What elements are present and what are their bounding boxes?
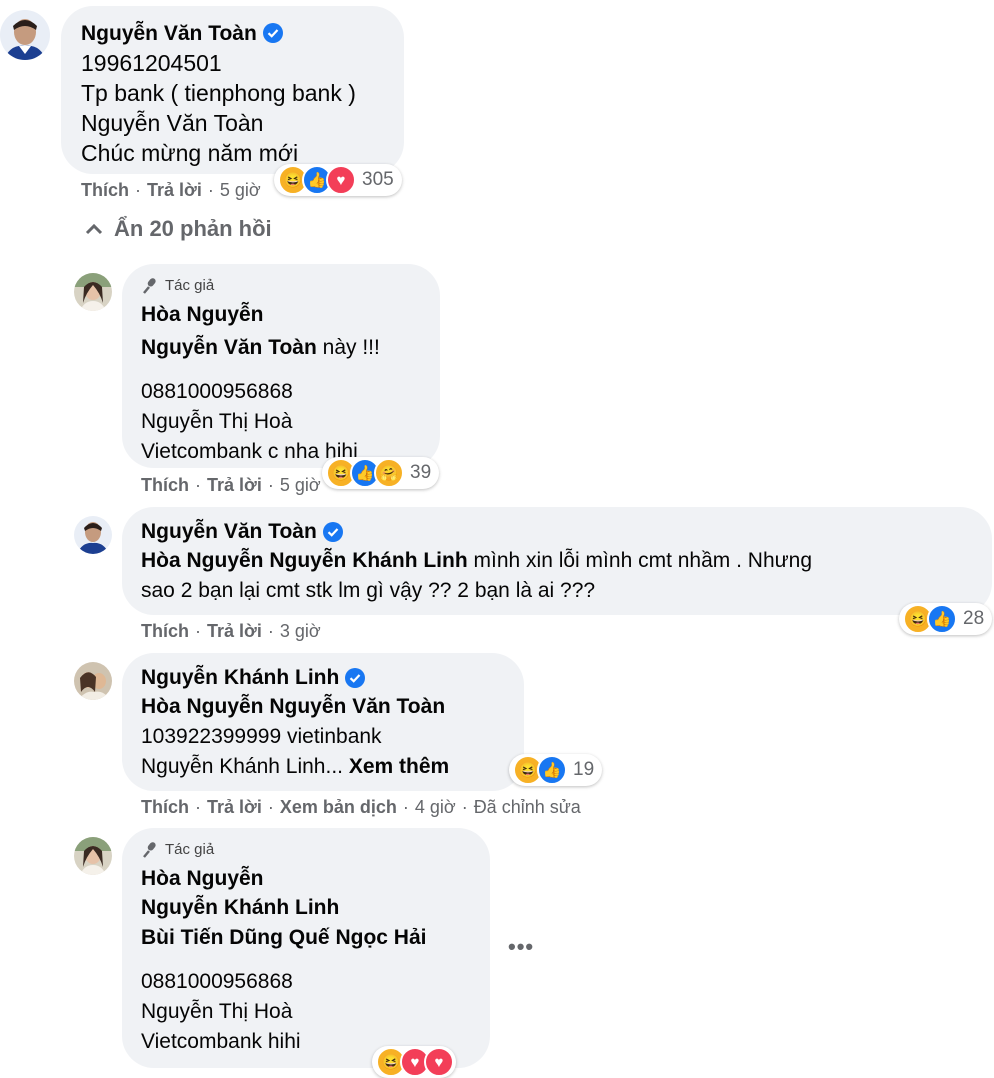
verified-badge-icon bbox=[262, 23, 283, 43]
verified-badge-icon bbox=[322, 522, 343, 542]
comment-author[interactable]: Nguyễn Văn Toàn bbox=[141, 518, 317, 546]
chevron-up-icon bbox=[85, 223, 103, 235]
comment-text-line: 19961204501 bbox=[81, 50, 222, 76]
avatar[interactable] bbox=[74, 662, 112, 700]
comment-text: Nguyễn Khánh Linh... bbox=[141, 755, 343, 778]
comment-bubble: Tác giả Hòa Nguyễn Nguyễn Văn Toàn này !… bbox=[122, 264, 440, 468]
reaction-summary[interactable]: 😆 👍 ♥ 305 bbox=[274, 164, 402, 196]
comment-author[interactable]: Hòa Nguyễn bbox=[141, 865, 490, 893]
comment-text-line: sao 2 bạn lại cmt stk lm gì vậy ?? 2 bạn… bbox=[141, 579, 596, 602]
comment-author[interactable]: Nguyễn Văn Toàn bbox=[81, 22, 257, 45]
like-link[interactable]: Thích bbox=[141, 797, 189, 817]
comment-actions: Thích · Trả lời · Xem bản dịch · 4 giờ · Đã chỉn… bbox=[141, 797, 581, 817]
hide-replies-button[interactable]: Ẩn 20 phản hồi bbox=[84, 216, 272, 242]
like-icon: 👍 bbox=[927, 604, 957, 634]
comment-bubble: Tác giả Hòa Nguyễn Nguyễn Khánh Linh Bùi… bbox=[122, 828, 490, 1068]
comment-actions: Thích · Trả lời · 5 giờ bbox=[81, 180, 261, 200]
avatar[interactable] bbox=[74, 273, 112, 311]
mention-link[interactable]: Bùi Tiến Dũng Quế Ngọc Hải bbox=[141, 923, 490, 953]
love-icon: ♥ bbox=[326, 165, 356, 195]
author-badge: Tác giả bbox=[141, 840, 490, 860]
reaction-summary[interactable]: 😆 👍 🤗 39 bbox=[322, 457, 440, 489]
comment-text-line: Nguyễn Thị Hoà bbox=[141, 1000, 293, 1023]
reply-link[interactable]: Trả lời bbox=[147, 180, 202, 200]
like-icon: 👍 bbox=[537, 755, 567, 785]
reaction-count: 39 bbox=[410, 462, 432, 483]
reaction-summary[interactable]: 😆 👍 19 bbox=[509, 754, 603, 786]
care-icon: 🤗 bbox=[374, 458, 404, 488]
see-more-link[interactable]: Xem thêm bbox=[349, 755, 449, 778]
comment-author[interactable]: Hòa Nguyễn bbox=[141, 301, 440, 329]
comment-bubble: Nguyễn Văn Toàn Hòa Nguyễn Nguyễn Khánh … bbox=[122, 507, 992, 615]
comment-text-line: Nguyễn Văn Toàn bbox=[81, 110, 264, 136]
comment-author[interactable]: Nguyễn Khánh Linh bbox=[141, 664, 339, 692]
like-link[interactable]: Thích bbox=[81, 180, 129, 200]
love-icon: ♥ bbox=[424, 1047, 454, 1077]
comment-text-line: 0881000956868 bbox=[141, 970, 293, 993]
mention-link[interactable]: Nguyễn Khánh Linh bbox=[141, 893, 490, 923]
avatar[interactable] bbox=[0, 10, 50, 60]
timestamp[interactable]: 4 giờ bbox=[415, 797, 456, 817]
microphone-icon bbox=[143, 278, 156, 294]
edited-label: Đã chỉnh sửa bbox=[473, 797, 581, 817]
mention-link[interactable]: Hòa Nguyễn Nguyễn Khánh Linh bbox=[141, 549, 468, 572]
comment-text: này !!! bbox=[322, 336, 380, 359]
comment-text-line: Nguyễn Thị Hoà bbox=[141, 410, 293, 433]
comment-actions: Thích · Trả lời · 5 giờ bbox=[141, 475, 321, 495]
reply-link[interactable]: Trả lời bbox=[207, 621, 262, 641]
reaction-count: 19 bbox=[573, 759, 595, 780]
microphone-icon bbox=[143, 842, 156, 858]
translate-link[interactable]: Xem bản dịch bbox=[280, 797, 397, 817]
like-link[interactable]: Thích bbox=[141, 621, 189, 641]
reaction-summary[interactable]: 😆 👍 28 bbox=[899, 603, 993, 635]
timestamp[interactable]: 5 giờ bbox=[280, 475, 321, 495]
more-options-icon[interactable]: ••• bbox=[508, 934, 534, 960]
reaction-count: 305 bbox=[362, 169, 394, 190]
verified-badge-icon bbox=[345, 668, 366, 688]
comment-text-line: Tp bank ( tienphong bank ) bbox=[81, 80, 356, 106]
reply-link[interactable]: Trả lời bbox=[207, 797, 262, 817]
like-link[interactable]: Thích bbox=[141, 475, 189, 495]
reply-link[interactable]: Trả lời bbox=[207, 475, 262, 495]
reaction-summary[interactable]: 😆 ♥ ♥ bbox=[372, 1046, 456, 1078]
author-badge: Tác giả bbox=[141, 276, 440, 296]
timestamp[interactable]: 5 giờ bbox=[220, 180, 261, 200]
avatar[interactable] bbox=[74, 837, 112, 875]
comment-text: mình xin lỗi mình cmt nhầm . Nhưng bbox=[473, 549, 813, 572]
comment-bubble: Nguyễn Văn Toàn 19961204501 Tp bank ( ti… bbox=[61, 6, 404, 174]
reaction-count: 28 bbox=[963, 608, 985, 629]
timestamp[interactable]: 3 giờ bbox=[280, 621, 321, 641]
mention-link[interactable]: Hòa Nguyễn Nguyễn Văn Toàn bbox=[141, 692, 524, 722]
comment-bubble: Nguyễn Khánh Linh Hòa Nguyễn Nguyễn Văn … bbox=[122, 653, 524, 791]
comment-text-line: 0881000956868 bbox=[141, 380, 293, 403]
mention-link[interactable]: Nguyễn Văn Toàn bbox=[141, 336, 317, 359]
hide-replies-label: Ẩn 20 phản hồi bbox=[114, 216, 272, 241]
avatar[interactable] bbox=[74, 516, 112, 554]
comment-actions: Thích · Trả lời · 3 giờ bbox=[141, 621, 321, 641]
comment-text-line: 103922399999 vietinbank bbox=[141, 725, 382, 748]
